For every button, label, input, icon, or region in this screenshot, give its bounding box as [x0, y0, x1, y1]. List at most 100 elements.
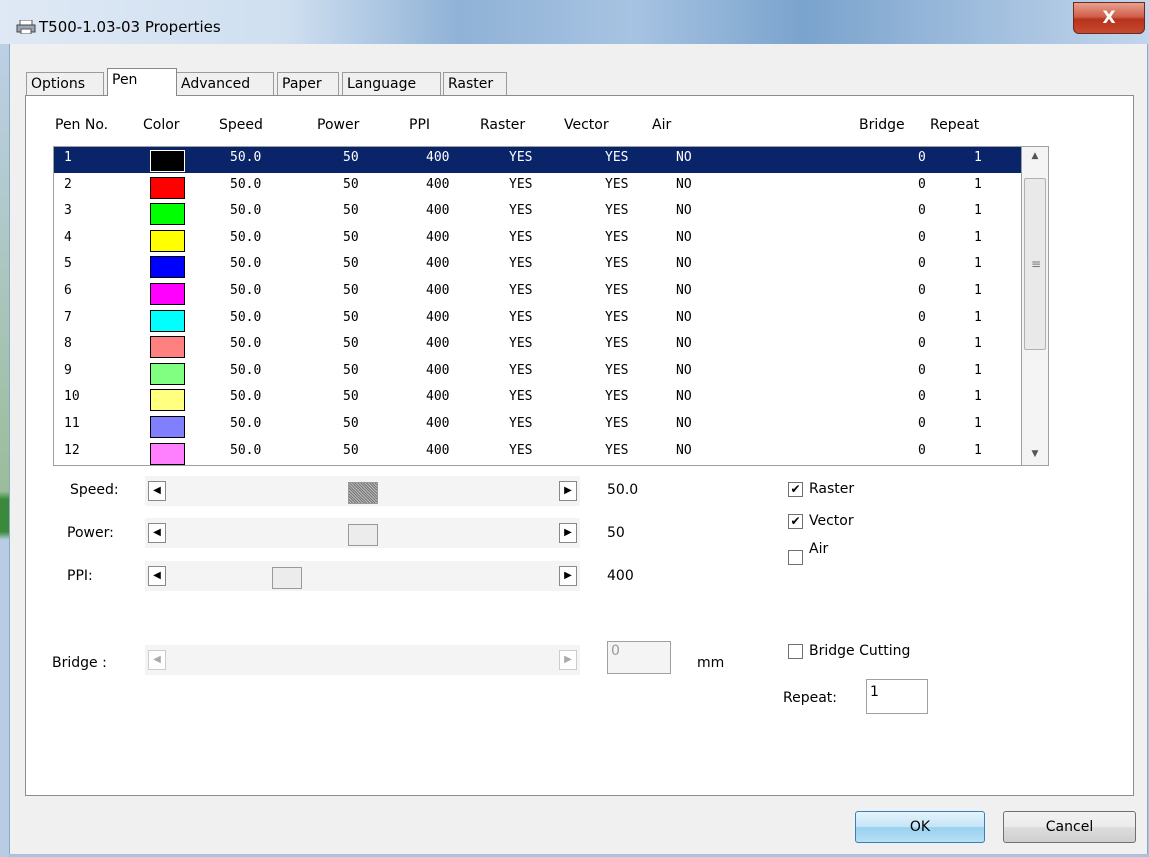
column-header-air[interactable]: Air [652, 117, 671, 133]
bridge-cell: 0 [918, 442, 926, 458]
ppi-slider[interactable]: ◀ ▶ [145, 561, 580, 591]
arrow-left-icon[interactable]: ◀ [148, 481, 166, 501]
ppi-cell: 400 [426, 416, 450, 431]
column-header-bridge[interactable]: Bridge [859, 117, 905, 133]
tab-language[interactable]: Language [342, 72, 441, 95]
pen-table-scrollbar[interactable]: ▲ ≡ ▼ [1021, 146, 1049, 466]
power-slider[interactable]: ◀ ▶ [145, 518, 580, 548]
slider-thumb[interactable] [271, 567, 302, 589]
bridge-input[interactable]: 0 [607, 641, 671, 674]
raster-cell: YES [509, 416, 533, 431]
pen-table[interactable]: 1 50.0 50 400 YES YES NO 0 1 2 50.0 50 400 YES YES NO 0 1… [53, 146, 1021, 466]
cancel-button[interactable]: Cancel [1003, 811, 1136, 843]
close-icon: X [1102, 8, 1116, 28]
raster-cell: YES [509, 283, 533, 298]
speed-label: Speed: [70, 482, 119, 498]
column-header-repeat[interactable]: Repeat [930, 117, 979, 133]
table-row[interactable]: 9 50.0 50 400 YES YES NO 0 1 [54, 360, 1021, 386]
grip-icon: ≡ [1031, 257, 1042, 271]
table-row[interactable]: 10 50.0 50 400 YES YES NO 0 1 [54, 386, 1021, 412]
vector-cell: YES [605, 309, 629, 325]
speed-cell: 50.0 [230, 442, 262, 458]
column-header-power[interactable]: Power [317, 117, 359, 133]
arrow-left-icon[interactable]: ◀ [148, 650, 166, 670]
tab-paper[interactable]: Paper [277, 72, 339, 95]
color-swatch [150, 203, 185, 226]
tab-pen[interactable]: Pen [107, 68, 177, 96]
tab-options[interactable]: Options [26, 72, 104, 95]
repeat-cell: 1 [974, 203, 982, 219]
table-row[interactable]: 5 50.0 50 400 YES YES NO 0 1 [54, 253, 1021, 279]
repeat-cell: 1 [974, 256, 982, 272]
column-header-speed[interactable]: Speed [219, 117, 263, 133]
title-bar[interactable]: T500-1.03-03 Properties X [0, 0, 1149, 44]
color-swatch [150, 176, 185, 199]
color-swatch [150, 309, 185, 332]
table-row[interactable]: 6 50.0 50 400 YES YES NO 0 1 [54, 280, 1021, 306]
vector-cell: YES [605, 229, 629, 245]
scroll-down-icon[interactable]: ▼ [1028, 449, 1042, 459]
speed-cell: 50.0 [230, 362, 262, 378]
column-header-vector[interactable]: Vector [564, 117, 609, 133]
bridge-cell: 0 [918, 362, 926, 378]
air-cell: NO [676, 416, 692, 431]
table-row[interactable]: 4 50.0 50 400 YES YES NO 0 1 [54, 227, 1021, 253]
bridge-cell: 0 [918, 176, 926, 192]
arrow-right-icon[interactable]: ▶ [559, 566, 577, 586]
arrow-left-icon[interactable]: ◀ [148, 566, 166, 586]
column-header-pen-no[interactable]: Pen No. [55, 117, 108, 133]
air-checkbox-label: Air [809, 541, 829, 557]
table-row[interactable]: 1 50.0 50 400 YES YES NO 0 1 [54, 147, 1021, 173]
bridge-cell: 0 [918, 416, 926, 431]
air-check[interactable] [788, 550, 803, 565]
bridge-cutting-check[interactable] [788, 644, 803, 659]
raster-cell: YES [509, 309, 533, 325]
table-row[interactable]: 12 50.0 50 400 YES YES NO 0 1 [54, 440, 1021, 465]
table-row[interactable]: 3 50.0 50 400 YES YES NO 0 1 [54, 200, 1021, 226]
bridge-cell: 0 [918, 336, 926, 352]
column-header-ppi[interactable]: PPI [409, 117, 430, 133]
repeat-cell: 1 [974, 150, 982, 165]
table-row[interactable]: 7 50.0 50 400 YES YES NO 0 1 [54, 307, 1021, 333]
ok-button[interactable]: OK [855, 811, 985, 843]
close-button[interactable]: X [1073, 2, 1145, 34]
arrow-left-icon[interactable]: ◀ [148, 523, 166, 543]
column-header-color[interactable]: Color [143, 117, 180, 133]
speed-cell: 50.0 [230, 176, 262, 192]
slider-thumb[interactable] [348, 482, 378, 504]
power-cell: 50 [343, 176, 359, 192]
air-cell: NO [676, 176, 692, 192]
air-cell: NO [676, 229, 692, 245]
vector-cell: YES [605, 203, 629, 219]
arrow-right-icon[interactable]: ▶ [559, 481, 577, 501]
tab-advanced[interactable]: Advanced [176, 72, 274, 95]
speed-cell: 50.0 [230, 389, 262, 405]
slider-thumb[interactable] [348, 524, 378, 546]
speed-slider[interactable]: ◀ ▶ [145, 476, 580, 506]
repeat-input[interactable]: 1 [866, 679, 928, 714]
table-row[interactable]: 8 50.0 50 400 YES YES NO 0 1 [54, 333, 1021, 359]
column-header-raster[interactable]: Raster [480, 117, 525, 133]
speed-cell: 50.0 [230, 283, 262, 298]
repeat-cell: 1 [974, 283, 982, 298]
scrollbar-thumb[interactable]: ≡ [1024, 178, 1046, 350]
pen-no-cell: 8 [64, 336, 72, 352]
speed-value: 50.0 [607, 482, 639, 498]
arrow-right-icon[interactable]: ▶ [559, 650, 577, 670]
raster-cell: YES [509, 150, 533, 165]
vector-check[interactable]: ✔ [788, 514, 803, 529]
bridge-slider[interactable]: ◀ ▶ [145, 645, 580, 675]
vector-cell: YES [605, 150, 629, 165]
table-row[interactable]: 11 50.0 50 400 YES YES NO 0 1 [54, 413, 1021, 439]
speed-cell: 50.0 [230, 416, 262, 431]
power-label: Power: [67, 525, 114, 541]
repeat-cell: 1 [974, 229, 982, 245]
air-cell: NO [676, 336, 692, 352]
arrow-right-icon[interactable]: ▶ [559, 523, 577, 543]
air-cell: NO [676, 362, 692, 378]
raster-cell: YES [509, 176, 533, 192]
table-row[interactable]: 2 50.0 50 400 YES YES NO 0 1 [54, 174, 1021, 200]
scroll-up-icon[interactable]: ▲ [1028, 151, 1042, 161]
tab-raster[interactable]: Raster [443, 72, 507, 95]
raster-check[interactable]: ✔ [788, 482, 803, 497]
